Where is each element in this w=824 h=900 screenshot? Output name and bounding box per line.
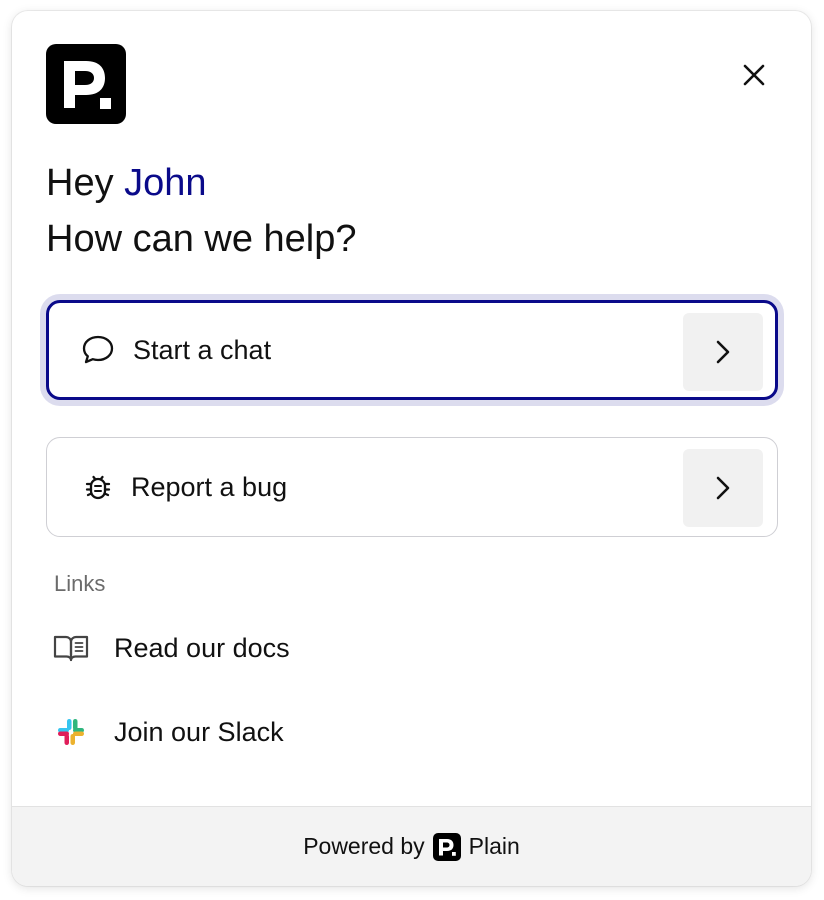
slack-icon [52,713,90,751]
plain-logo-icon [432,832,461,861]
join-slack-label: Join our Slack [114,716,284,747]
help-widget-panel: Hey John How can we help? Start a chat R… [12,11,811,886]
greeting-prefix: Hey [46,162,114,204]
report-bug-label: Report a bug [131,471,288,502]
bug-icon [81,470,115,504]
start-chat-chevron[interactable] [683,313,763,391]
chevron-right-icon [716,476,730,500]
close-button[interactable] [734,55,774,95]
plain-logo-icon [46,44,126,124]
read-docs-label: Read our docs [114,632,290,663]
greeting-line: Hey John [46,155,357,211]
chevron-right-icon [716,340,730,364]
report-bug-button[interactable]: Report a bug [46,437,778,537]
close-icon [743,64,765,86]
start-chat-label: Start a chat [133,334,272,365]
links-heading: Links [54,571,106,596]
greeting: Hey John How can we help? [46,155,357,267]
report-bug-chevron[interactable] [683,449,763,527]
powered-by-text: Powered by [303,833,425,859]
user-name: John [124,162,207,204]
plain-brand-link[interactable]: Plain [469,833,520,860]
read-docs-link[interactable]: Read our docs [52,629,290,667]
help-question: How can we help? [46,218,357,260]
chat-bubble-icon [81,333,115,367]
book-icon [52,629,90,667]
footer: Powered by Plain [12,806,811,886]
start-chat-button[interactable]: Start a chat [46,300,778,400]
join-slack-link[interactable]: Join our Slack [52,713,284,751]
